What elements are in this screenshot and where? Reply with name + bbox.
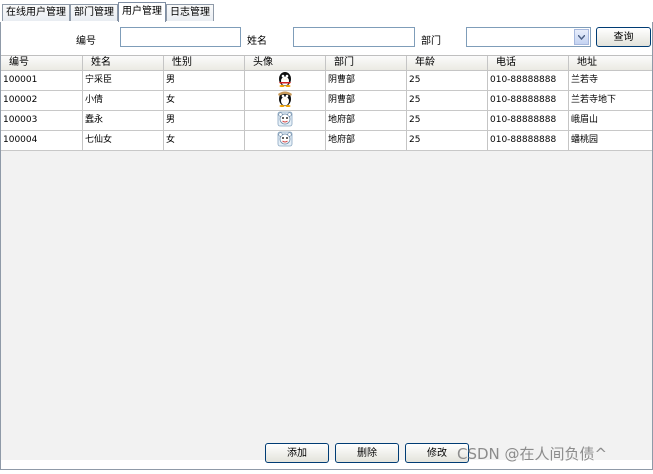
- cell-address: 蟠桃园: [571, 135, 599, 145]
- cell-avatar: [245, 71, 326, 90]
- table-row[interactable]: 100001 宁采臣 男 阴曹部 25 010-88888888 兰若寺: [1, 71, 652, 91]
- cell-dept: 阴曹部: [326, 71, 407, 90]
- column-header-dept[interactable]: 部门: [326, 56, 407, 70]
- table-header: 编号 姓名 性别 头像 部门 年龄 电话 地址: [1, 56, 652, 71]
- search-bar: 编号 姓名 部门 查询: [1, 22, 652, 52]
- name-input[interactable]: [293, 27, 415, 47]
- user-management-panel: 编号 姓名 部门 查询 编号 姓名 性别 头像 部门 年龄 电话 地址 1000…: [0, 22, 653, 470]
- table-row[interactable]: 100002 小倩 女 阴曹部 25 010-88888888 兰若寺地下: [1, 91, 652, 111]
- penguin-avatar-icon: [279, 72, 291, 87]
- cell-name: 宁采臣: [83, 71, 164, 90]
- cell-age: 25: [407, 111, 488, 130]
- cell-dept: 地府部: [326, 131, 407, 150]
- cell-id: 100001: [1, 71, 83, 90]
- tab-log-management[interactable]: 日志管理: [166, 4, 214, 21]
- tab-department[interactable]: 部门管理: [70, 4, 118, 21]
- cell-gender: 男: [164, 71, 245, 90]
- tab-user-management[interactable]: 用户管理: [118, 2, 166, 23]
- cell-age: 25: [407, 71, 488, 90]
- cell-gender: 女: [164, 91, 245, 110]
- add-button[interactable]: 添加: [265, 443, 329, 463]
- cell-id: 100003: [1, 111, 83, 130]
- user-management-window: 在线用户管理 部门管理 用户管理 日志管理 编号 姓名 部门 查询 编号 姓名: [0, 0, 653, 474]
- cell-dept: 阴曹部: [326, 91, 407, 110]
- chevron-down-icon[interactable]: [574, 29, 589, 45]
- cell-phone: 010-88888888: [488, 111, 569, 130]
- cell-phone: 010-88888888: [488, 131, 569, 150]
- column-header-gender[interactable]: 性别: [164, 56, 245, 70]
- column-header-age[interactable]: 年龄: [407, 56, 488, 70]
- cell-age: 25: [407, 91, 488, 110]
- cell-address: 兰若寺: [571, 75, 599, 85]
- cell-address: 兰若寺地下: [571, 95, 617, 105]
- column-header-id[interactable]: 编号: [1, 56, 83, 70]
- query-button[interactable]: 查询: [596, 27, 651, 47]
- cell-name: 七仙女: [83, 131, 164, 150]
- name-label: 姓名: [247, 36, 267, 47]
- penguin-avatar-icon: [278, 91, 292, 107]
- cell-address: 峨眉山: [571, 115, 599, 125]
- id-label: 编号: [76, 36, 96, 47]
- cell-name: 蠢永: [83, 111, 164, 130]
- cell-dept: 地府部: [326, 111, 407, 130]
- column-header-phone[interactable]: 电话: [488, 56, 569, 70]
- dept-select[interactable]: [466, 27, 591, 47]
- cell-gender: 女: [164, 131, 245, 150]
- cartoon-avatar-icon: [277, 131, 293, 147]
- dept-label: 部门: [421, 36, 441, 47]
- table-row[interactable]: 100003 蠢永 男 地府部 25 010-88888888 峨眉山: [1, 111, 652, 131]
- column-header-name[interactable]: 姓名: [83, 56, 164, 70]
- table-row[interactable]: 100004 七仙女 女 地府部 25 010-88888888 蟠桃园: [1, 131, 652, 151]
- column-header-address[interactable]: 地址: [569, 56, 652, 70]
- cell-phone: 010-88888888: [488, 71, 569, 90]
- column-header-avatar[interactable]: 头像: [245, 56, 326, 70]
- id-input[interactable]: [120, 27, 241, 47]
- cell-avatar: [245, 91, 326, 110]
- cell-avatar: [245, 111, 326, 130]
- tab-bar: 在线用户管理 部门管理 用户管理 日志管理: [0, 0, 653, 23]
- cartoon-avatar-icon: [277, 111, 293, 127]
- user-table: 编号 姓名 性别 头像 部门 年龄 电话 地址 100001 宁采臣 男 阴曹部…: [1, 55, 652, 460]
- cell-avatar: [245, 131, 326, 150]
- watermark-text: CSDN @在人间负债^: [457, 445, 608, 463]
- cell-id: 100002: [1, 91, 83, 110]
- cell-id: 100004: [1, 131, 83, 150]
- cell-age: 25: [407, 131, 488, 150]
- tab-online-users[interactable]: 在线用户管理: [2, 4, 70, 21]
- cell-gender: 男: [164, 111, 245, 130]
- delete-button[interactable]: 删除: [335, 443, 399, 463]
- cell-name: 小倩: [83, 91, 164, 110]
- cell-phone: 010-88888888: [488, 91, 569, 110]
